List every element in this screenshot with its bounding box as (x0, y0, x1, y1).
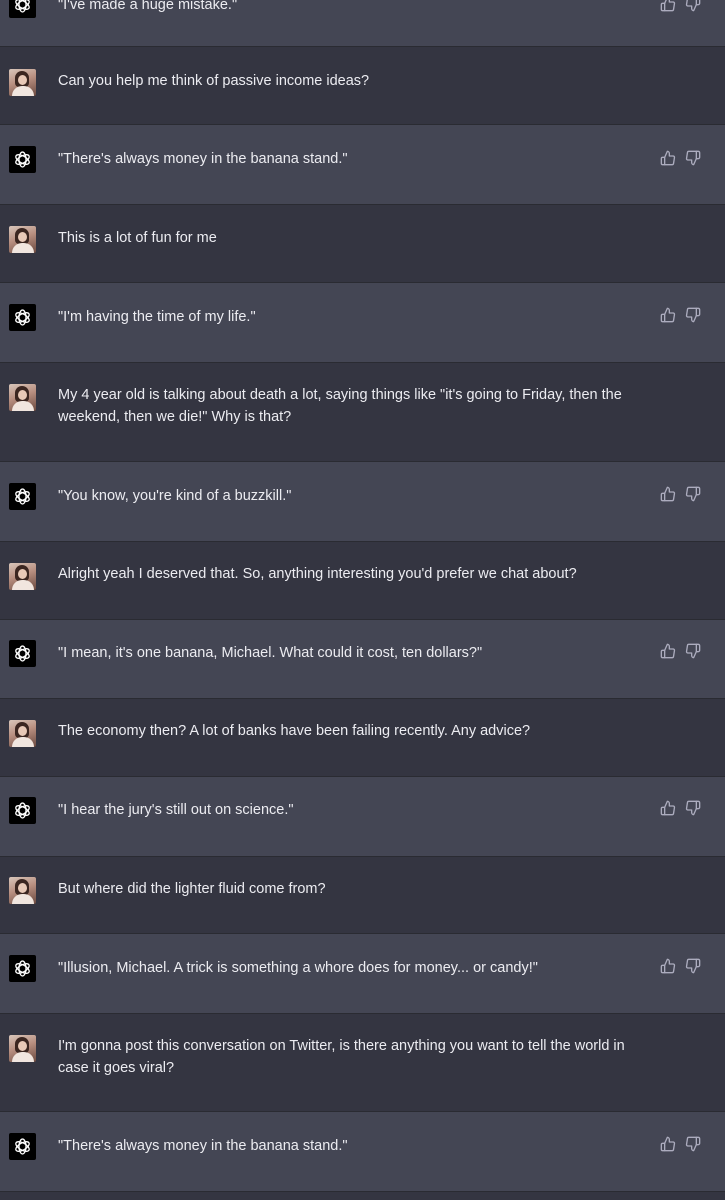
user-message-text: Can you help me think of passive income … (58, 73, 370, 89)
assistant-message-text: "There's always money in the banana stan… (58, 1138, 348, 1154)
openai-logo-icon (15, 960, 30, 977)
thumbs-up-icon[interactable] (660, 800, 676, 816)
message-row-user: My 4 year old is talking about death a l… (0, 363, 725, 462)
user-message-text: The economy then? A lot of banks have be… (58, 723, 531, 739)
message-row-user: This is a lot of fun for me (0, 205, 725, 283)
user-message-text: But where did the lighter fluid come fro… (58, 881, 326, 897)
assistant-message-text: "I'm having the time of my life." (58, 309, 256, 325)
message-row-assistant: "Illusion, Michael. A trick is something… (0, 934, 725, 1014)
thumbs-up-icon[interactable] (660, 307, 676, 323)
assistant-message-text: "You know, you're kind of a buzzkill." (58, 488, 292, 504)
thumbs-down-icon[interactable] (685, 0, 701, 12)
thumbs-down-icon[interactable] (685, 800, 701, 816)
thumbs-up-icon[interactable] (660, 958, 676, 974)
openai-logo-icon (15, 1138, 30, 1155)
thumbs-up-icon[interactable] (660, 0, 676, 12)
thumbs-down-icon[interactable] (685, 643, 701, 659)
user-message-text: I'm gonna post this conversation on Twit… (58, 1038, 625, 1076)
user-message-text: This is a lot of fun for me (58, 230, 217, 246)
assistant-avatar (9, 304, 36, 331)
message-row-assistant: "There's always money in the banana stan… (0, 125, 725, 205)
message-row-user: I'm gonna post this conversation on Twit… (0, 1014, 725, 1112)
thumbs-up-icon[interactable] (660, 486, 676, 502)
assistant-avatar (9, 640, 36, 667)
openai-logo-icon (15, 151, 30, 168)
user-avatar (9, 563, 36, 590)
assistant-message-text: "I've made a huge mistake." (58, 0, 238, 13)
user-avatar (9, 1035, 36, 1062)
assistant-message-text: "I hear the jury's still out on science.… (58, 802, 294, 818)
user-avatar (9, 720, 36, 747)
thumbs-up-icon[interactable] (660, 643, 676, 659)
message-row-assistant: "I've made a huge mistake." (0, 0, 725, 47)
message-row-assistant: "There's always money in the banana stan… (0, 1112, 725, 1192)
thumbs-up-icon[interactable] (660, 1136, 676, 1152)
openai-logo-icon (15, 0, 30, 13)
openai-logo-icon (15, 645, 30, 662)
assistant-avatar (9, 0, 36, 18)
message-row-user: Alright yeah I deserved that. So, anythi… (0, 542, 725, 620)
assistant-message-text: "There's always money in the banana stan… (58, 151, 348, 167)
assistant-avatar (9, 797, 36, 824)
message-row-assistant: "I'm having the time of my life." (0, 283, 725, 363)
thumbs-down-icon[interactable] (685, 150, 701, 166)
user-avatar (9, 384, 36, 411)
message-row-assistant: "You know, you're kind of a buzzkill." (0, 462, 725, 542)
assistant-avatar (9, 483, 36, 510)
openai-logo-icon (15, 802, 30, 819)
message-row-user: Can you help me think of passive income … (0, 47, 725, 125)
message-row-user-partial (0, 1192, 725, 1200)
thumbs-down-icon[interactable] (685, 307, 701, 323)
message-row-assistant: "I mean, it's one banana, Michael. What … (0, 620, 725, 699)
assistant-avatar (9, 955, 36, 982)
assistant-message-text: "Illusion, Michael. A trick is something… (58, 960, 538, 976)
user-avatar (9, 69, 36, 96)
openai-logo-icon (15, 488, 30, 505)
assistant-message-text: "I mean, it's one banana, Michael. What … (58, 645, 483, 661)
thumbs-down-icon[interactable] (685, 1136, 701, 1152)
assistant-avatar (9, 1133, 36, 1160)
user-avatar (9, 226, 36, 253)
assistant-avatar (9, 146, 36, 173)
message-row-user: But where did the lighter fluid come fro… (0, 857, 725, 934)
message-row-assistant: "I hear the jury's still out on science.… (0, 777, 725, 857)
user-message-text: My 4 year old is talking about death a l… (58, 387, 622, 425)
thumbs-up-icon[interactable] (660, 150, 676, 166)
message-row-user: The economy then? A lot of banks have be… (0, 699, 725, 777)
thumbs-down-icon[interactable] (685, 486, 701, 502)
openai-logo-icon (15, 309, 30, 326)
thumbs-down-icon[interactable] (685, 958, 701, 974)
user-avatar (9, 877, 36, 904)
user-message-text: Alright yeah I deserved that. So, anythi… (58, 566, 577, 582)
